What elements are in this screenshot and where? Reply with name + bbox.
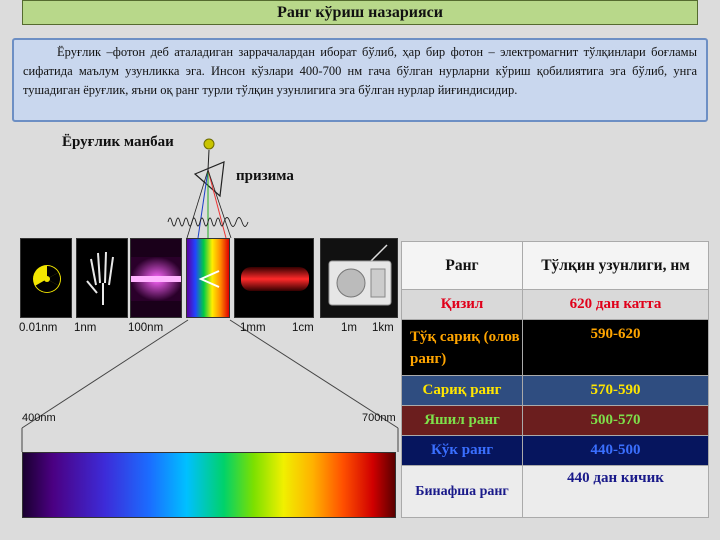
- scale-label: 1m: [341, 322, 357, 334]
- wavelength-cell: 620 дан катта: [522, 289, 709, 320]
- color-name-cell: Бинафша ранг: [401, 465, 523, 518]
- table-header: Тўлқин узунлиги, нм: [522, 241, 709, 290]
- table-row: Сариқ ранг 570-590: [401, 375, 709, 406]
- color-name-cell: Қизил: [401, 289, 523, 320]
- visible-end-label: 700nm: [362, 412, 396, 424]
- color-wavelength-table: Ранг Тўлқин узунлиги, нм Қизил 620 дан к…: [401, 241, 709, 518]
- table-row: Тўқ сариқ (олов ранг) 590-620: [401, 319, 709, 376]
- xray-hand-icon: [76, 238, 128, 318]
- table-header: Ранг: [401, 241, 523, 290]
- table-header-row: Ранг Тўлқин узунлиги, нм: [401, 241, 709, 290]
- visible-start-label: 400nm: [22, 412, 56, 424]
- prism-icon: [193, 161, 225, 198]
- visible-spectrum-band: [22, 452, 396, 518]
- scale-label: 0.01nm: [19, 322, 58, 334]
- prism-label: призима: [236, 168, 294, 184]
- radio-icon: [320, 238, 398, 318]
- color-name-cell: Яшил ранг: [401, 405, 523, 436]
- table-row: Кўк ранг 440-500: [401, 435, 709, 466]
- color-name-cell: Кўк ранг: [401, 435, 523, 466]
- scale-label: 1km: [372, 322, 394, 334]
- wavelength-cell: 570-590: [522, 375, 709, 406]
- em-spectrum-tiles: [20, 238, 400, 318]
- wavelength-cell: 590-620: [522, 319, 709, 376]
- table-row: Яшил ранг 500-570: [401, 405, 709, 436]
- scale-label: 1nm: [74, 322, 97, 334]
- wavelength-cell: 440-500: [522, 435, 709, 466]
- wavelength-cell: 500-570: [522, 405, 709, 436]
- color-name-cell: Сариқ ранг: [401, 375, 523, 406]
- visible-spectrum-icon: [186, 238, 230, 318]
- radiation-icon: [20, 238, 72, 318]
- uv-bar-icon: [130, 238, 182, 318]
- table-row: Бинафша ранг 440 дан кичик: [401, 465, 709, 518]
- scale-label: 1mm: [240, 322, 266, 334]
- light-source-label: Ёруғлик манбаи: [62, 134, 174, 150]
- wavelength-cell: 440 дан кичик: [522, 465, 709, 518]
- infrared-bar-icon: [234, 238, 314, 318]
- scale-label: 1cm: [292, 322, 314, 334]
- table-row: Қизил 620 дан катта: [401, 289, 709, 320]
- light-source-icon: [203, 138, 215, 150]
- scale-label: 100nm: [128, 322, 164, 334]
- color-name-cell: Тўқ сариқ (олов ранг): [401, 319, 523, 376]
